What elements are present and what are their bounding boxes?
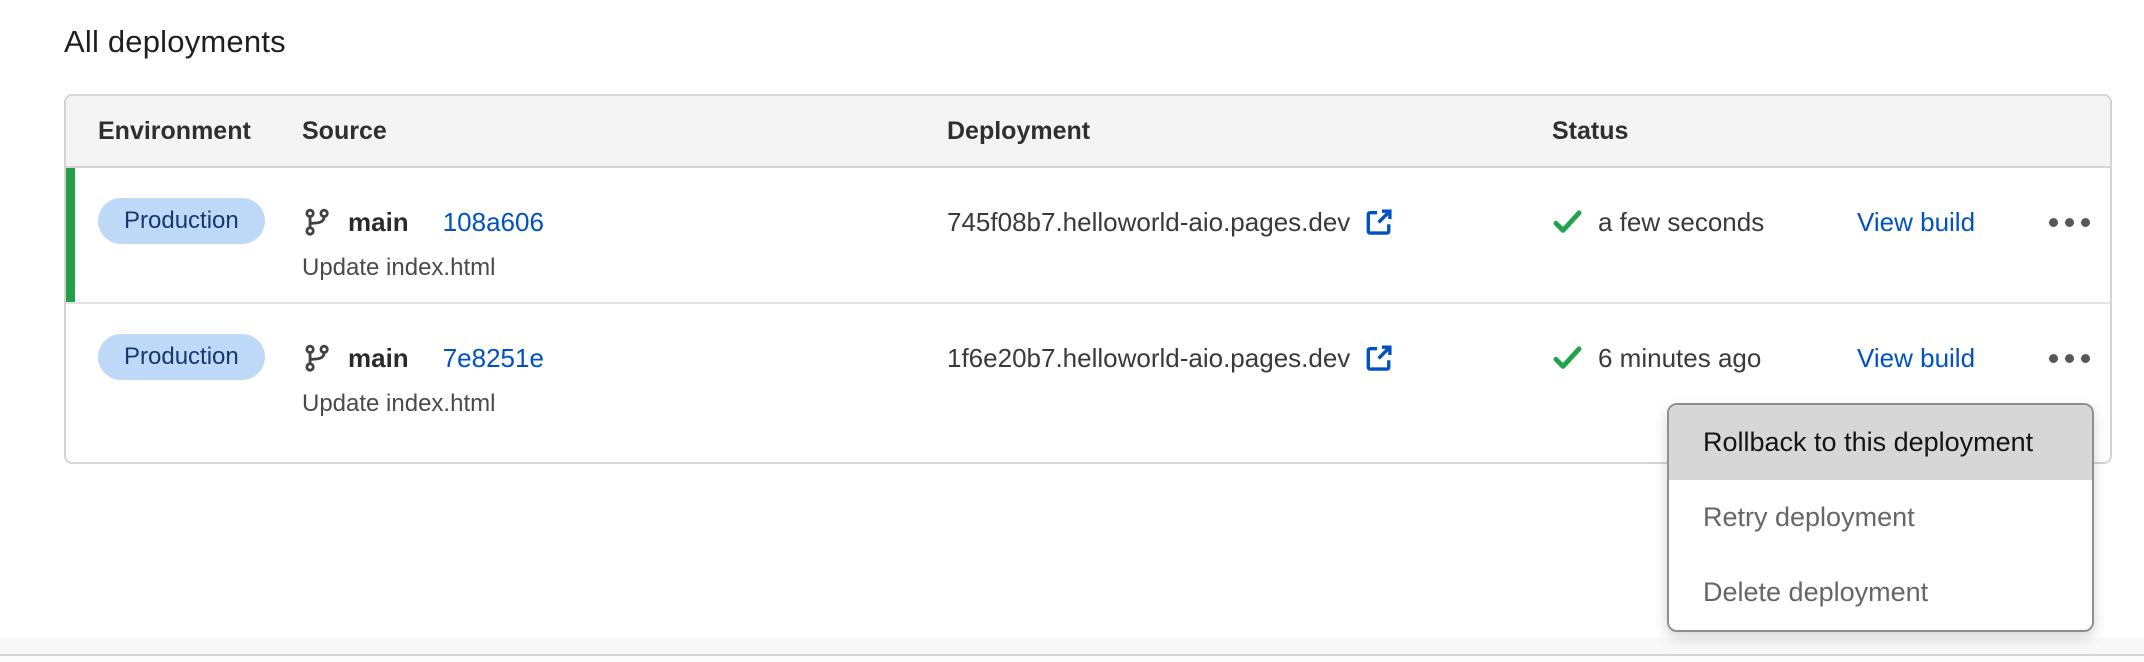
deployment-url: 745f08b7.helloworld-aio.pages.dev [947, 207, 1350, 238]
commit-link[interactable]: 108a606 [443, 207, 544, 238]
status-time: 6 minutes ago [1598, 343, 1761, 374]
ellipsis-icon [2049, 354, 2058, 363]
view-build-link[interactable]: View build [1857, 207, 1975, 238]
check-icon [1552, 344, 1583, 372]
external-link-icon[interactable] [1364, 207, 1394, 237]
environment-badge: Production [98, 334, 265, 380]
column-header-environment: Environment [98, 117, 302, 146]
environment-badge: Production [98, 198, 265, 244]
view-build-link[interactable]: View build [1857, 343, 1975, 374]
current-deployment-indicator [66, 168, 75, 302]
check-icon [1552, 208, 1583, 236]
commit-link[interactable]: 7e8251e [443, 343, 544, 374]
deployment-actions-menu: Rollback to this deployment Retry deploy… [1667, 403, 2094, 632]
status-time: a few seconds [1598, 207, 1764, 238]
branch-name: main [348, 343, 409, 374]
menu-item-rollback[interactable]: Rollback to this deployment [1669, 405, 2092, 480]
row-actions-menu-button[interactable] [2047, 334, 2092, 382]
external-link-icon[interactable] [1364, 343, 1394, 373]
section-divider-band [0, 638, 2144, 654]
git-branch-icon [302, 343, 332, 373]
commit-message: Update index.html [302, 254, 947, 282]
git-branch-icon [302, 207, 332, 237]
page-title: All deployments [64, 24, 286, 60]
row-actions-menu-button[interactable] [2047, 198, 2092, 246]
deployment-row: Production main 108a606 Update index.htm… [66, 168, 2110, 304]
branch-name: main [348, 207, 409, 238]
menu-item-delete[interactable]: Delete deployment [1669, 555, 2092, 630]
table-header-row: Environment Source Deployment Status [66, 96, 2110, 168]
column-header-status: Status [1552, 117, 1857, 146]
column-header-source: Source [302, 117, 947, 146]
column-header-deployment: Deployment [947, 117, 1552, 146]
commit-message: Update index.html [302, 390, 947, 418]
next-section-edge [0, 656, 2144, 662]
deployment-url: 1f6e20b7.helloworld-aio.pages.dev [947, 343, 1350, 374]
menu-item-retry[interactable]: Retry deployment [1669, 480, 2092, 555]
ellipsis-icon [2049, 218, 2058, 227]
